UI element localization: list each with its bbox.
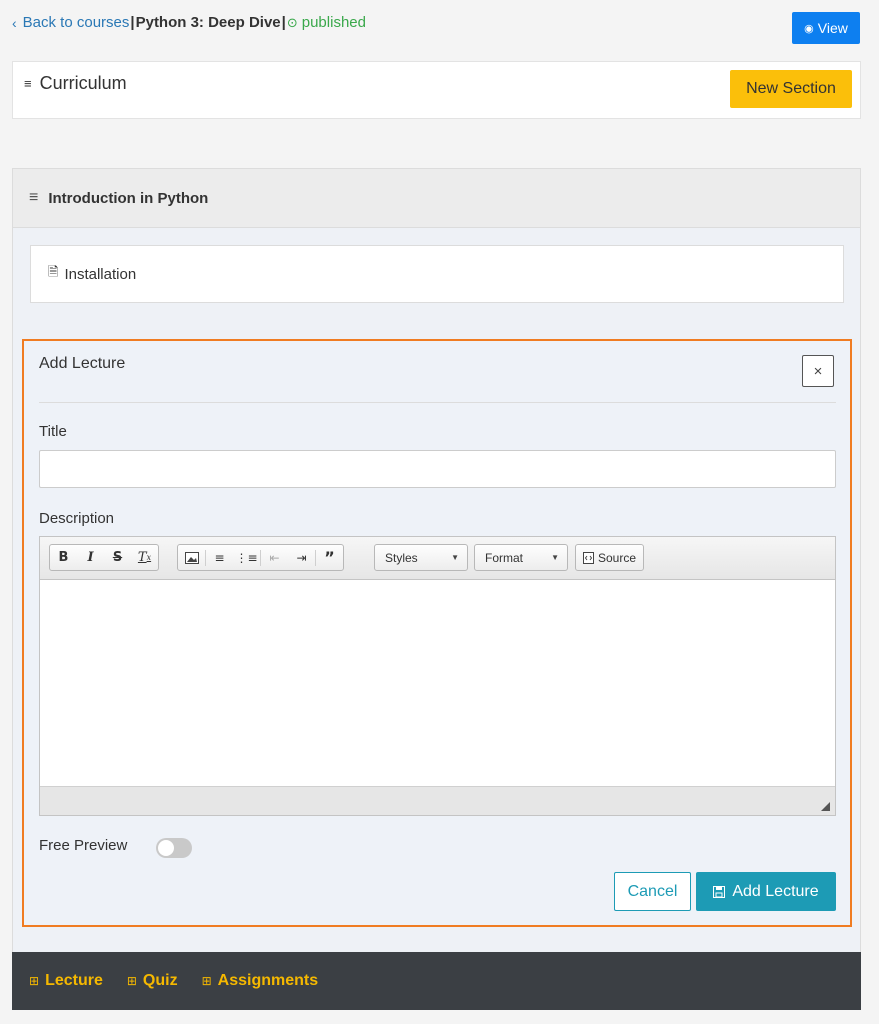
- list-item[interactable]: 🗎 Installation: [30, 245, 844, 303]
- italic-icon[interactable]: I: [77, 545, 104, 570]
- styles-dropdown[interactable]: Styles ▼: [374, 544, 468, 571]
- format-dropdown-label: Format: [485, 550, 524, 565]
- breadcrumb-separator: |: [130, 14, 135, 31]
- plus-square-icon: ⊞: [126, 974, 137, 988]
- curriculum-title: Curriculum: [39, 73, 127, 93]
- save-icon: [713, 885, 726, 898]
- section-title: Introduction in Python: [48, 189, 209, 207]
- title-label: Title: [39, 423, 67, 440]
- back-to-courses-link[interactable]: ‹ Back to courses: [12, 14, 129, 31]
- plus-square-icon: ⊞: [29, 974, 40, 988]
- add-assignments-link[interactable]: ⊞ Assignments: [202, 972, 319, 990]
- new-section-button[interactable]: New Section: [730, 70, 852, 108]
- add-lecture-form: Add Lecture × Title Description B I S Tx: [22, 339, 852, 927]
- drag-handle-icon[interactable]: ≡: [29, 189, 38, 207]
- add-quiz-link-label: Quiz: [142, 972, 178, 989]
- resize-handle-icon[interactable]: [821, 802, 830, 811]
- divider: [39, 402, 836, 403]
- add-lecture-link[interactable]: ⊞ Lecture: [29, 972, 103, 990]
- view-button[interactable]: ◉ View: [792, 12, 860, 44]
- plus-square-icon: ⊞: [201, 974, 212, 988]
- image-icon[interactable]: [178, 545, 205, 570]
- eye-icon: ◉: [804, 22, 814, 35]
- blockquote-icon[interactable]: ”: [316, 545, 343, 570]
- free-preview-label: Free Preview: [39, 837, 128, 854]
- caret-down-icon: ▼: [451, 553, 459, 562]
- editor-footer: [40, 786, 835, 815]
- free-preview-toggle[interactable]: [156, 838, 192, 858]
- format-button-group: B I S Tx: [49, 544, 159, 571]
- view-button-label: View: [817, 20, 848, 36]
- title-input[interactable]: [39, 450, 836, 488]
- add-lecture-link-label: Lecture: [45, 972, 103, 989]
- course-title: Python 3: Deep Dive: [135, 14, 281, 31]
- editor-toolbar: B I S Tx ≡ ⋮≡ ⇤ ⇥ ” Styles ▼ Format ▼ So…: [40, 537, 835, 580]
- chevron-left-icon: ‹: [12, 14, 17, 31]
- remove-format-icon[interactable]: Tx: [131, 545, 158, 570]
- breadcrumb: ‹ Back to courses | Python 3: Deep Dive …: [12, 14, 366, 31]
- breadcrumb-separator: |: [281, 14, 286, 31]
- toggle-knob: [158, 840, 174, 856]
- status-badge: ⊙ published: [287, 14, 366, 31]
- rich-text-editor: B I S Tx ≡ ⋮≡ ⇤ ⇥ ” Styles ▼ Format ▼ So…: [39, 536, 836, 816]
- insert-button-group: ≡ ⋮≡ ⇤ ⇥ ”: [177, 544, 344, 571]
- close-button[interactable]: ×: [802, 355, 834, 387]
- add-lecture-button-label: Add Lecture: [732, 882, 819, 900]
- list-icon: ≡: [24, 76, 32, 91]
- source-icon: [583, 551, 594, 564]
- indent-icon[interactable]: ⇥: [288, 545, 315, 570]
- curriculum-header: ≡ Curriculum New Section: [12, 61, 861, 119]
- document-icon: 🗎: [48, 264, 59, 279]
- lecture-title: Installation: [64, 265, 137, 283]
- back-link-label: Back to courses: [22, 14, 130, 31]
- strikethrough-icon[interactable]: S: [104, 545, 131, 570]
- editor-content-area[interactable]: [40, 580, 835, 786]
- add-quiz-link[interactable]: ⊞ Quiz: [127, 972, 178, 990]
- check-circle-icon: ⊙: [286, 14, 298, 30]
- styles-dropdown-label: Styles: [385, 550, 418, 565]
- description-label: Description: [39, 510, 115, 527]
- add-assignments-link-label: Assignments: [217, 972, 319, 989]
- bulleted-list-icon[interactable]: ⋮≡: [233, 545, 260, 570]
- bold-icon[interactable]: B: [50, 545, 77, 570]
- close-icon: ×: [813, 362, 823, 380]
- caret-down-icon: ▼: [551, 553, 559, 562]
- numbered-list-icon[interactable]: ≡: [206, 545, 233, 570]
- add-lecture-button[interactable]: Add Lecture: [696, 872, 836, 911]
- section-card: ≡ Introduction in Python 🗎 Installation …: [12, 168, 861, 954]
- source-button[interactable]: Source: [575, 544, 645, 571]
- add-item-bar: ⊞ Lecture ⊞ Quiz ⊞ Assignments: [12, 952, 861, 1010]
- source-button-label: Source: [598, 550, 637, 565]
- add-lecture-heading: Add Lecture: [39, 355, 126, 372]
- format-dropdown[interactable]: Format ▼: [474, 544, 568, 571]
- cancel-button[interactable]: Cancel: [614, 872, 691, 911]
- page-title: ≡ Curriculum: [24, 73, 127, 94]
- section-header[interactable]: ≡ Introduction in Python: [13, 169, 860, 228]
- status-label: published: [301, 14, 366, 31]
- outdent-icon[interactable]: ⇤: [261, 545, 288, 570]
